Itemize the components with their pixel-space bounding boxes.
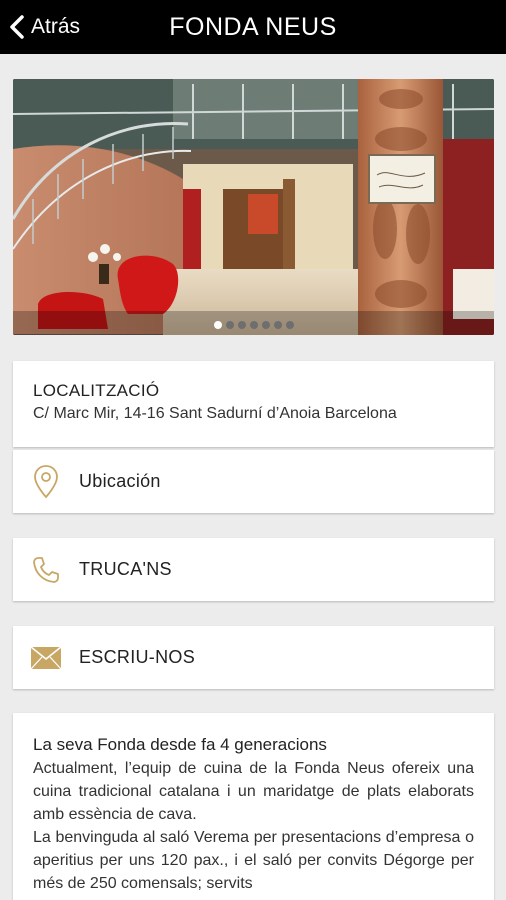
phone-icon <box>31 552 61 588</box>
gallery-dot[interactable] <box>249 321 258 329</box>
gallery-dot[interactable] <box>261 321 270 329</box>
location-card: LOCALITZACIÓ C/ Marc Mir, 14-16 Sant Sad… <box>13 361 494 447</box>
description-paragraph: La benvinguda al saló Verema per present… <box>33 829 474 892</box>
back-label: Atrás <box>31 15 81 38</box>
map-label: Ubicación <box>79 471 161 491</box>
description-card: La seva Fonda desde fa 4 generacions Act… <box>13 713 494 900</box>
envelope-icon <box>31 640 61 676</box>
photo-gallery[interactable] <box>13 79 494 335</box>
chevron-left-icon <box>10 15 24 39</box>
description-heading: La seva Fonda desde fa 4 generacions <box>33 735 327 754</box>
gallery-dot[interactable] <box>225 321 234 329</box>
gallery-dot[interactable] <box>213 321 222 329</box>
location-address: C/ Marc Mir, 14-16 Sant Sadurní d’Anoia … <box>33 405 397 422</box>
gallery-dot[interactable] <box>273 321 282 329</box>
gallery-pagination <box>13 319 494 331</box>
gallery-dot[interactable] <box>237 321 246 329</box>
call-button[interactable]: TRUCA'NS <box>13 538 494 601</box>
email-label: ESCRIU-NOS <box>79 647 196 667</box>
hotel-lobby-photo <box>13 79 494 335</box>
map-button[interactable]: Ubicación <box>13 450 494 513</box>
top-bar: Atrás FONDA NEUS <box>0 0 506 54</box>
map-pin-icon <box>31 464 61 500</box>
back-button[interactable]: Atrás <box>8 0 80 54</box>
call-label: TRUCA'NS <box>79 559 172 579</box>
location-heading: LOCALITZACIÓ <box>33 381 160 400</box>
email-button[interactable]: ESCRIU-NOS <box>13 626 494 689</box>
gallery-dot[interactable] <box>285 321 294 329</box>
description-paragraph: Actualment, l’equip de cuina de la Fonda… <box>33 760 474 823</box>
